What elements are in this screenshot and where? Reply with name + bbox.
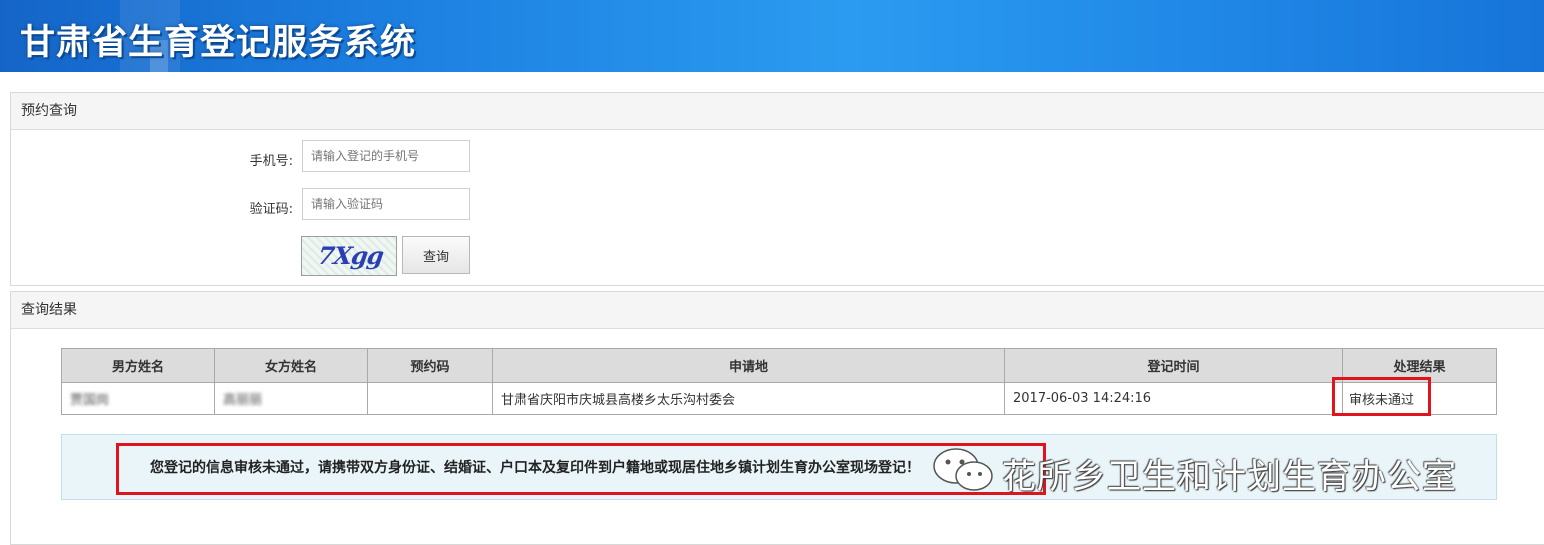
captcha-text: 7Xgg xyxy=(315,241,385,270)
registration-time-cell: 2017-06-03 14:24:16 xyxy=(1004,382,1343,415)
captcha-image[interactable]: 7Xgg xyxy=(301,236,397,276)
query-panel: 预约查询 手机号: 验证码: 7Xgg 查询 xyxy=(10,92,1544,286)
query-panel-title: 预约查询 xyxy=(11,93,1544,130)
column-header: 女方姓名 xyxy=(214,348,368,383)
header-banner: 甘肃省生育登记服务系统 xyxy=(0,0,1544,72)
code-label: 验证码: xyxy=(249,202,293,217)
captcha-input[interactable] xyxy=(302,188,470,220)
watermark-text: 花所乡卫生和计划生育办公室 xyxy=(1002,457,1457,497)
appointment-code-cell xyxy=(367,382,493,415)
result-table: 男方姓名 女方姓名 预约码 申请地 登记时间 处理结果 贾国岗 高丽丽 甘肃省庆… xyxy=(61,348,1497,415)
phone-input[interactable] xyxy=(302,140,470,172)
column-header: 预约码 xyxy=(367,348,493,383)
female-name-cell: 高丽丽 xyxy=(214,382,368,415)
application-place-cell: 甘肃省庆阳市庆城县高楼乡太乐沟村委会 xyxy=(492,382,1005,415)
male-name: 贾国岗 xyxy=(70,393,110,408)
query-button[interactable]: 查询 xyxy=(402,236,470,274)
column-header: 男方姓名 xyxy=(61,348,215,383)
male-name-cell: 贾国岗 xyxy=(61,382,215,415)
table-header-row: 男方姓名 女方姓名 预约码 申请地 登记时间 处理结果 xyxy=(61,348,1497,383)
female-name: 高丽丽 xyxy=(223,393,263,408)
result-panel: 查询结果 男方姓名 女方姓名 预约码 申请地 登记时间 处理结果 贾国岗 高丽丽… xyxy=(10,291,1544,545)
system-title: 甘肃省生育登记服务系统 xyxy=(20,23,417,63)
table-row: 贾国岗 高丽丽 甘肃省庆阳市庆城县高楼乡太乐沟村委会 2017-06-03 14… xyxy=(61,382,1497,415)
wechat-icon xyxy=(933,448,993,491)
result-panel-title: 查询结果 xyxy=(11,292,1544,329)
phone-label: 手机号: xyxy=(249,154,293,169)
column-header: 登记时间 xyxy=(1004,348,1343,383)
column-header: 申请地 xyxy=(492,348,1005,383)
highlight-box-notice xyxy=(116,443,1046,495)
highlight-box-result xyxy=(1332,377,1431,416)
